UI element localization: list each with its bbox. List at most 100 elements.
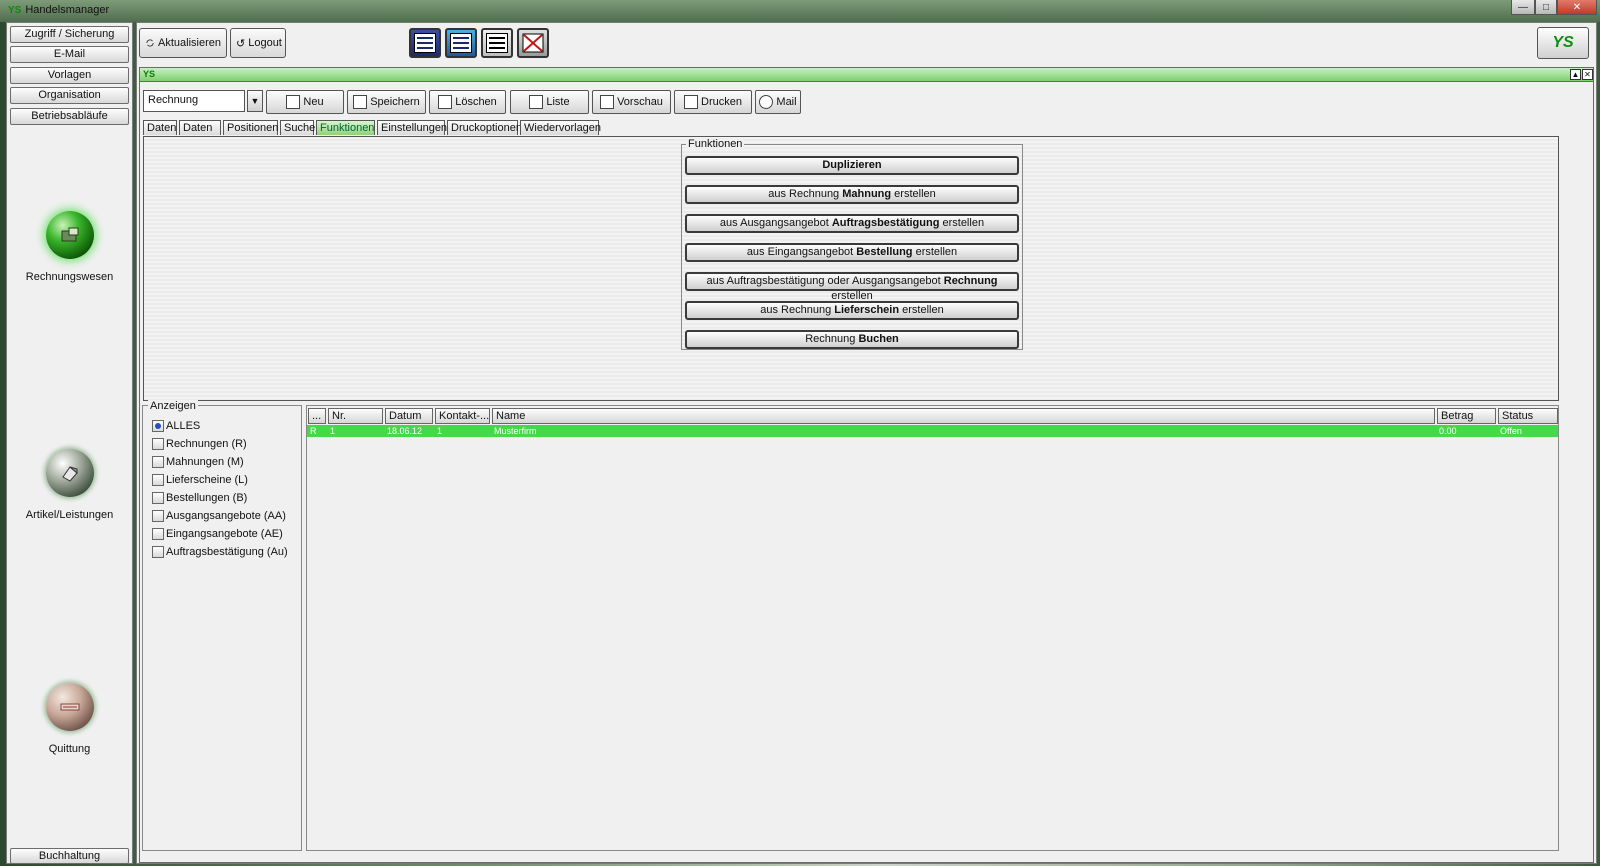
left-sidebar: Zugriff / Sicherung E-Mail Vorlagen Orga… [6,22,133,864]
new-label: Neu [303,96,324,108]
sidebar-button-zugriff[interactable]: Zugriff / Sicherung [10,26,129,43]
filter-option-ausgangsangebote[interactable]: Ausgangsangebote (AA) [152,508,286,524]
minimize-icon[interactable]: — [1511,0,1535,15]
create-lieferschein-button[interactable]: aus Rechnung Lieferschein erstellen [685,301,1019,320]
module-label: Rechnungswesen [25,271,114,283]
rechnungswesen-icon[interactable] [45,211,94,259]
radio[interactable] [152,510,164,522]
radio[interactable] [152,546,164,558]
ys-logo-button[interactable]: YS [1537,27,1589,59]
column-header-status[interactable]: Status [1498,408,1558,424]
cell-type: R [310,426,317,436]
cell-kontakt: 1 [437,426,443,436]
sidebar-button-vorlagen[interactable]: Vorlagen [10,67,129,84]
cell-name: Musterfirm [494,426,537,436]
document-window-title: YS [143,69,156,79]
preview-button[interactable]: Vorschau [592,90,671,114]
refresh-label: Aktualisieren [158,37,221,49]
sidebar-button-buchhaltung[interactable]: Buchhaltung [10,848,129,864]
book-invoice-button[interactable]: Rechnung Buchen [685,330,1019,349]
functions-group: Funktionen Duplizieren aus Rechnung Mahn… [681,138,1023,350]
print-button[interactable]: Drucken [674,90,752,114]
tab-daten-2[interactable]: Daten 2 [179,120,221,148]
radio-checked[interactable] [152,420,164,432]
column-header-datum[interactable]: Datum [385,408,433,424]
create-bestellung-button[interactable]: aus Eingangsangebot Bestellung erstellen [685,243,1019,262]
refresh-icon [146,39,154,47]
printer-icon [529,95,544,109]
collapse-icon[interactable]: ▲ [1570,69,1581,80]
save-button[interactable]: Speichern [347,90,426,114]
module-rechnungswesen[interactable]: Rechnungswesen [7,211,132,283]
window-titlebar: YS Handelsmanager — □ ✕ [0,0,1600,22]
tab-positionen[interactable]: Positionen [223,120,278,135]
close-icon[interactable]: ✕ [1557,0,1597,15]
tab-daten[interactable]: Daten [143,120,177,135]
window-title: Handelsmanager [25,4,110,16]
filter-option-alles[interactable]: ALLES [152,418,200,434]
trash-icon [438,95,453,109]
radio[interactable] [152,474,164,486]
radio[interactable] [152,492,164,504]
new-document-icon [286,95,301,109]
mail-button[interactable]: Mail [755,90,801,114]
document-window: YS ▲ ✕ Rechnung ▼ Neu Speichern Löschen … [139,67,1594,863]
module-label: Artikel/Leistungen [25,509,114,521]
radio[interactable] [152,456,164,468]
view-cascade-icon[interactable] [445,28,477,58]
new-button[interactable]: Neu [266,90,344,114]
tab-wiedervorlagen[interactable]: Wiedervorlagen [520,120,601,135]
filter-option-lieferscheine[interactable]: Lieferscheine (L) [152,472,248,488]
column-header-betrag[interactable]: Betrag [1437,408,1496,424]
refresh-button[interactable]: Aktualisieren [139,28,227,58]
save-label: Speichern [370,96,420,108]
list-button[interactable]: Liste [510,90,589,114]
create-mahnung-button[interactable]: aus Rechnung Mahnung erstellen [685,185,1019,204]
documents-table: ... Nr. Datum Kontakt-... Name Betrag St… [306,405,1559,851]
module-artikel-leistungen[interactable]: Artikel/Leistungen [7,449,132,521]
logout-label: Logout [248,37,282,49]
create-rechnung-button[interactable]: aus Auftragsbestätigung oder Ausgangsang… [685,272,1019,302]
tab-funktionen[interactable]: Funktionen [316,120,375,135]
sidebar-button-email[interactable]: E-Mail [10,46,129,63]
save-icon [353,95,368,109]
document-type-select[interactable]: Rechnung [143,90,245,112]
maximize-icon[interactable]: □ [1535,0,1557,15]
tab-druckoptionen[interactable]: Druckoptionen [447,120,522,135]
radio[interactable] [152,438,164,450]
column-header-nr[interactable]: Nr. [328,408,383,424]
preview-label: Vorschau [617,96,663,108]
tab-einstellungen[interactable]: Einstellungen [377,120,447,135]
quittung-stamp-icon[interactable] [45,683,94,731]
logout-icon: ↺ [236,37,246,50]
filter-option-eingangsangebote[interactable]: Eingangsangebote (AE) [152,526,283,542]
delete-button[interactable]: Löschen [429,90,506,114]
functions-legend: Funktionen [686,138,745,150]
tab-suche[interactable]: Suche [280,120,315,135]
filter-option-auftragsbestaetigung[interactable]: Auftragsbestätigung (Au) [152,544,288,560]
cell-betrag: 0.00 [1439,426,1457,436]
sidebar-button-organisation[interactable]: Organisation [10,87,129,104]
view-single-icon[interactable] [409,28,441,58]
module-quittung[interactable]: Quittung [7,683,132,755]
view-list-icon[interactable] [481,28,513,58]
app-title: YS Handelsmanager [8,4,109,16]
radio[interactable] [152,528,164,540]
document-window-titlebar: YS ▲ ✕ [140,68,1593,82]
chevron-down-icon[interactable]: ▼ [247,90,263,112]
artikel-icon[interactable] [45,449,94,497]
table-row[interactable]: R 1 18.06.12 1 Musterfirm 0.00 Offen [307,425,1558,437]
close-window-icon[interactable]: ✕ [1582,69,1593,80]
filter-option-rechnungen[interactable]: Rechnungen (R) [152,436,247,452]
create-auftragsbestaetigung-button[interactable]: aus Ausgangsangebot Auftragsbestätigung … [685,214,1019,233]
column-header-kontakt[interactable]: Kontakt-... [435,408,490,424]
filter-option-mahnungen[interactable]: Mahnungen (M) [152,454,244,470]
filter-option-bestellungen[interactable]: Bestellungen (B) [152,490,247,506]
column-header-type[interactable]: ... [308,408,326,424]
duplicate-button[interactable]: Duplizieren [685,156,1019,175]
sidebar-button-betriebsablaeufe[interactable]: Betriebsabläufe [10,108,129,125]
column-header-name[interactable]: Name [492,408,1435,424]
cell-status: Offen [1500,426,1522,436]
logout-button[interactable]: ↺ Logout [230,28,286,58]
view-close-all-icon[interactable] [517,28,549,58]
